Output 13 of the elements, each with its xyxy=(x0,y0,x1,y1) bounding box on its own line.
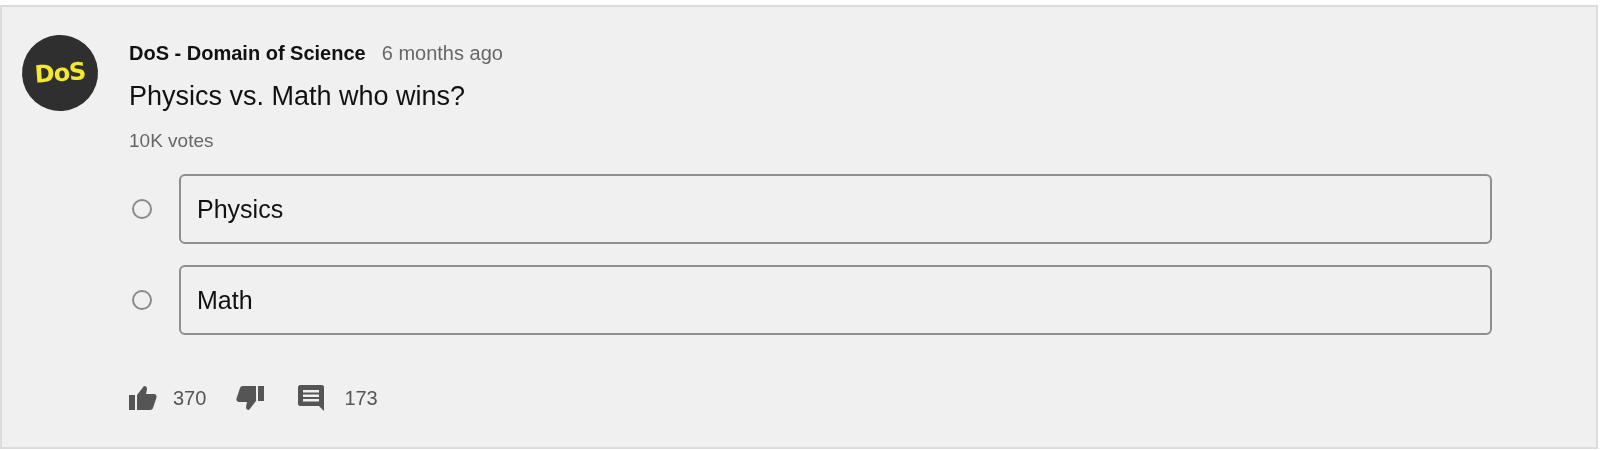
thumbs-up-icon[interactable] xyxy=(129,386,157,410)
poll-option[interactable]: Math xyxy=(179,265,1492,335)
like-count: 370 xyxy=(173,386,207,410)
poll-option[interactable]: Physics xyxy=(179,174,1492,244)
comment-count: 173 xyxy=(344,386,378,410)
radio-button[interactable] xyxy=(132,199,152,219)
thumbs-down-icon[interactable] xyxy=(236,386,265,410)
poll-question: Physics vs. Math who wins? xyxy=(129,81,467,112)
vote-count: 10K votes xyxy=(129,130,215,152)
channel-name[interactable]: DoS - Domain of Science xyxy=(129,42,366,65)
comment-icon[interactable] xyxy=(298,385,325,411)
post-time: 6 months ago xyxy=(381,42,503,65)
radio-button[interactable] xyxy=(132,290,152,310)
